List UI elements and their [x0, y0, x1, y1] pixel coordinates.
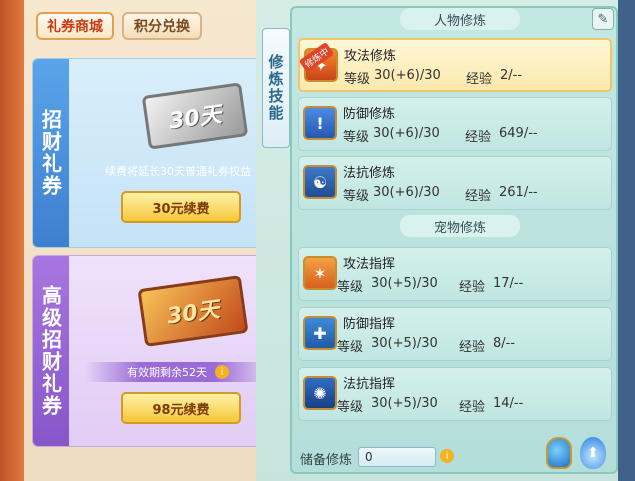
remaining-days-note: 有效期剩余52天 i [85, 362, 271, 382]
skill-row-defense[interactable]: ! 防御修炼 等级 30(+6)/30 经验 649/-- [298, 97, 612, 151]
right-edge-strip [618, 0, 635, 481]
level-label: 等级 [343, 189, 370, 204]
defense-icon: ! [303, 106, 337, 140]
coupon-card-title: 高级招财礼券 [33, 256, 69, 446]
renew-30-button[interactable]: 30元续费 [121, 191, 241, 223]
edit-icon[interactable]: ✎ [592, 8, 614, 30]
paw-resist-icon: ✺ [303, 376, 337, 410]
gold-ticket-icon: 30天 [137, 275, 249, 347]
skill-name: 法抗指挥 [343, 377, 396, 392]
info-icon[interactable]: i [215, 365, 229, 379]
coupon-card-title: 招财礼券 [33, 59, 69, 247]
level-value: 30(+5)/30 [371, 276, 438, 291]
skill-row-magic-attack[interactable]: ✦ 修炼中 攻法修炼 等级 30(+6)/30 经验 2/-- [298, 38, 612, 92]
reserve-input[interactable]: 0 [358, 447, 436, 467]
level-label: 等级 [344, 72, 371, 87]
skill-name: 法抗修炼 [343, 166, 396, 181]
pet-skill-row-attack[interactable]: ✶ 攻法指挥 等级 30(+5)/30 经验 17/-- [298, 247, 612, 301]
coupon-card-basic: 招财礼券 30天 续费将延长30天普通礼券权益 30元续费 [32, 58, 278, 248]
tab-training-skills[interactable]: 修炼技能 [262, 28, 290, 148]
exp-label: 经验 [465, 189, 492, 204]
info-icon[interactable]: i [440, 449, 454, 463]
exp-label: 经验 [465, 130, 492, 145]
exp-label: 经验 [459, 340, 486, 355]
renew-98-button[interactable]: 98元续费 [121, 392, 241, 424]
skill-row-resist[interactable]: ☯ 法抗修炼 等级 30(+6)/30 经验 261/-- [298, 156, 612, 210]
exp-value: 8/-- [493, 336, 516, 351]
exp-label: 经验 [466, 72, 493, 87]
level-label: 等级 [343, 130, 370, 145]
exp-value: 261/-- [499, 185, 538, 200]
level-value: 30(+6)/30 [373, 126, 440, 141]
exp-value: 2/-- [500, 68, 523, 83]
skill-name: 防御指挥 [343, 317, 396, 332]
skill-name: 防御修炼 [343, 107, 396, 122]
ticket-text: 30天 [167, 102, 224, 135]
level-label: 等级 [337, 400, 364, 415]
section-pet-training: 宠物修炼 [400, 215, 520, 237]
paw-shield-icon: ✚ [303, 316, 337, 350]
ticket-text: 30天 [165, 297, 222, 330]
exp-value: 649/-- [499, 126, 538, 141]
level-value: 30(+6)/30 [374, 68, 441, 83]
silver-ticket-icon: 30天 [141, 82, 249, 150]
remaining-days-text: 有效期剩余52天 [127, 366, 207, 379]
coupon-card-premium: 高级招财礼券 30天 有效期剩余52天 i 98元续费 [32, 255, 278, 447]
exp-value: 14/-- [493, 396, 524, 411]
section-character-training: 人物修炼 [400, 8, 520, 30]
skill-name: 攻法指挥 [343, 257, 396, 272]
tab-coupon-shop[interactable]: 礼券商城 [36, 12, 114, 40]
potion-icon[interactable] [546, 437, 572, 469]
pet-skill-row-defense[interactable]: ✚ 防御指挥 等级 30(+5)/30 经验 8/-- [298, 307, 612, 361]
level-label: 等级 [337, 280, 364, 295]
renew-note: 续费将延长30天普通礼券权益 [105, 165, 251, 178]
level-value: 30(+6)/30 [373, 185, 440, 200]
exp-label: 经验 [459, 280, 486, 295]
exp-label: 经验 [459, 400, 486, 415]
pet-skill-row-resist[interactable]: ✺ 法抗指挥 等级 30(+5)/30 经验 14/-- [298, 367, 612, 421]
level-label: 等级 [337, 340, 364, 355]
upgrade-flame-icon[interactable]: ⬆ [580, 437, 606, 469]
pet-attack-icon: ✶ [303, 256, 337, 290]
tab-points-exchange[interactable]: 积分兑换 [122, 12, 202, 40]
skill-name: 攻法修炼 [344, 49, 397, 64]
reserve-label: 储备修炼 [300, 453, 353, 468]
exp-value: 17/-- [493, 276, 524, 291]
level-value: 30(+5)/30 [371, 396, 438, 411]
left-decor-edge [0, 0, 24, 481]
level-value: 30(+5)/30 [371, 336, 438, 351]
resist-icon: ☯ [303, 165, 337, 199]
